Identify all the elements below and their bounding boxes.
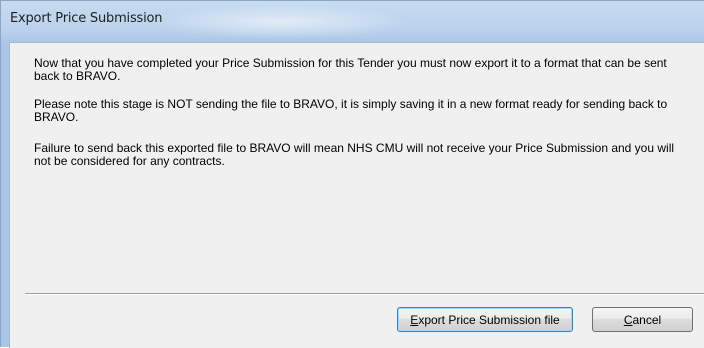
message-paragraph-2: Please note this stage is NOT sending th… [34, 97, 668, 124]
message-paragraph-3: Failure to send back this exported file … [34, 141, 675, 168]
title-bar[interactable]: Export Price Submission [1, 1, 704, 41]
export-button-label: xport Price Submission file [418, 312, 560, 327]
cancel-button[interactable]: Cancel [592, 307, 693, 332]
dialog-client-area [9, 42, 704, 348]
button-divider [25, 293, 704, 295]
cancel-button-mnemonic: C [623, 312, 633, 327]
export-price-submission-file-button[interactable]: Export Price Submission file [397, 307, 573, 332]
dialog-window: Export Price Submission Now that you hav… [0, 0, 704, 348]
message-paragraph-1: Now that you have completed your Price S… [34, 56, 667, 83]
cancel-button-label: ancel [632, 312, 662, 327]
window-title: Export Price Submission [10, 11, 163, 26]
export-button-mnemonic: E [410, 312, 419, 327]
